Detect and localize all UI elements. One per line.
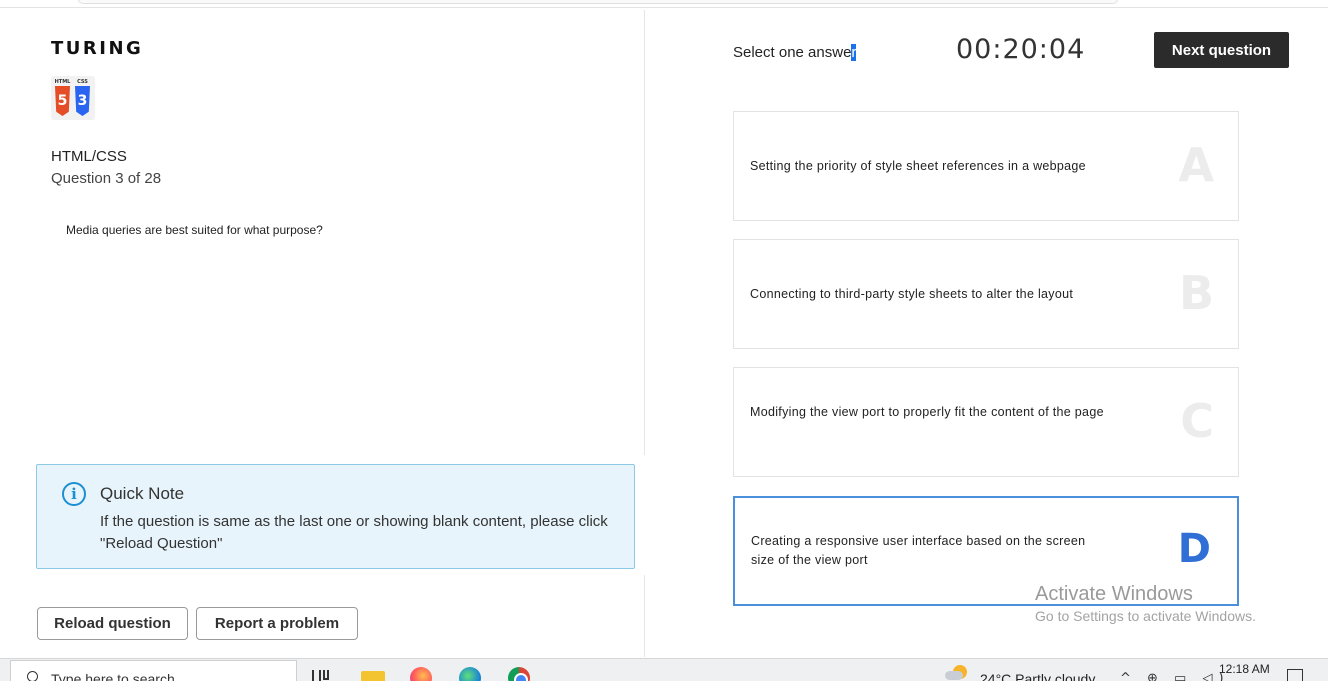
answer-option-a[interactable]: Setting the priority of style sheet refe… (733, 111, 1239, 221)
quick-note-body: If the question is same as the last one … (100, 513, 608, 552)
notification-icon[interactable] (1287, 669, 1303, 681)
quiz-page: TURING HTML 5 CSS 3 HTML/CSS Question 3 … (0, 0, 1328, 681)
panel-divider (644, 10, 645, 455)
report-problem-button[interactable]: Report a problem (196, 607, 358, 640)
question-progress: Question 3 of 28 (51, 170, 162, 187)
chrome-icon[interactable] (508, 667, 530, 681)
html5-icon: HTML 5 (54, 79, 71, 117)
answer-option-b[interactable]: Connecting to third-party style sheets t… (733, 239, 1239, 349)
next-question-button[interactable]: Next question (1154, 32, 1289, 68)
taskbar-search-input[interactable]: Type here to search (10, 660, 297, 681)
html-css-icon: HTML 5 CSS 3 (51, 76, 95, 120)
html5-shield: 5 (55, 86, 70, 116)
top-scroll-bar (78, 0, 1118, 4)
answer-option-text: Creating a responsive user interface bas… (751, 534, 1086, 567)
select-label-text: Select one answe (733, 44, 852, 61)
panel-divider-lower (644, 575, 645, 657)
countdown-timer: 00:20:04 (956, 34, 1086, 65)
activate-windows-subtitle: Go to Settings to activate Windows. (1035, 608, 1256, 624)
task-view-icon[interactable] (312, 667, 334, 681)
quick-note-title: Quick Note (100, 484, 185, 503)
system-tray-icons[interactable]: ^ ⊕ ▭ ◁) (1120, 671, 1230, 681)
answer-option-letter: D (1177, 526, 1211, 572)
weather-icon[interactable] (945, 665, 969, 681)
reload-question-button[interactable]: Reload question (37, 607, 188, 640)
answer-option-text: Modifying the view port to properly fit … (750, 405, 1104, 419)
select-label-highlighted: r (851, 44, 857, 61)
windows-taskbar: Type here to search 24°C Partly cloudy ^… (0, 658, 1328, 681)
answer-option-letter: A (1178, 138, 1214, 192)
file-explorer-icon[interactable] (361, 671, 385, 681)
browser-top-strip (0, 0, 1328, 8)
answer-option-letter: C (1180, 394, 1214, 448)
search-icon (27, 671, 38, 681)
css3-shield: 3 (75, 86, 90, 116)
css3-icon: CSS 3 (74, 79, 91, 117)
select-answer-label: Select one answer (733, 44, 857, 61)
taskbar-clock[interactable]: 12:18 AM (1219, 662, 1270, 676)
question-category: HTML/CSS (51, 148, 127, 165)
edge-icon[interactable] (459, 667, 481, 681)
css-caption: CSS (77, 79, 88, 85)
answer-option-text: Connecting to third-party style sheets t… (750, 287, 1074, 301)
firefox-icon[interactable] (410, 667, 432, 681)
activate-windows-title: Activate Windows (1035, 583, 1193, 605)
question-text: Media queries are best suited for what p… (66, 223, 323, 237)
answer-option-letter: B (1178, 266, 1214, 320)
answer-option-text: Setting the priority of style sheet refe… (750, 159, 1086, 173)
answer-option-c[interactable]: Modifying the view port to properly fit … (733, 367, 1239, 477)
info-icon: i (62, 482, 86, 506)
html-caption: HTML (54, 79, 71, 85)
quick-note-panel: i Quick Note If the question is same as … (36, 464, 635, 569)
turing-logo: TURING (51, 38, 144, 59)
weather-text[interactable]: 24°C Partly cloudy (980, 671, 1095, 681)
search-placeholder: Type here to search (51, 671, 175, 681)
